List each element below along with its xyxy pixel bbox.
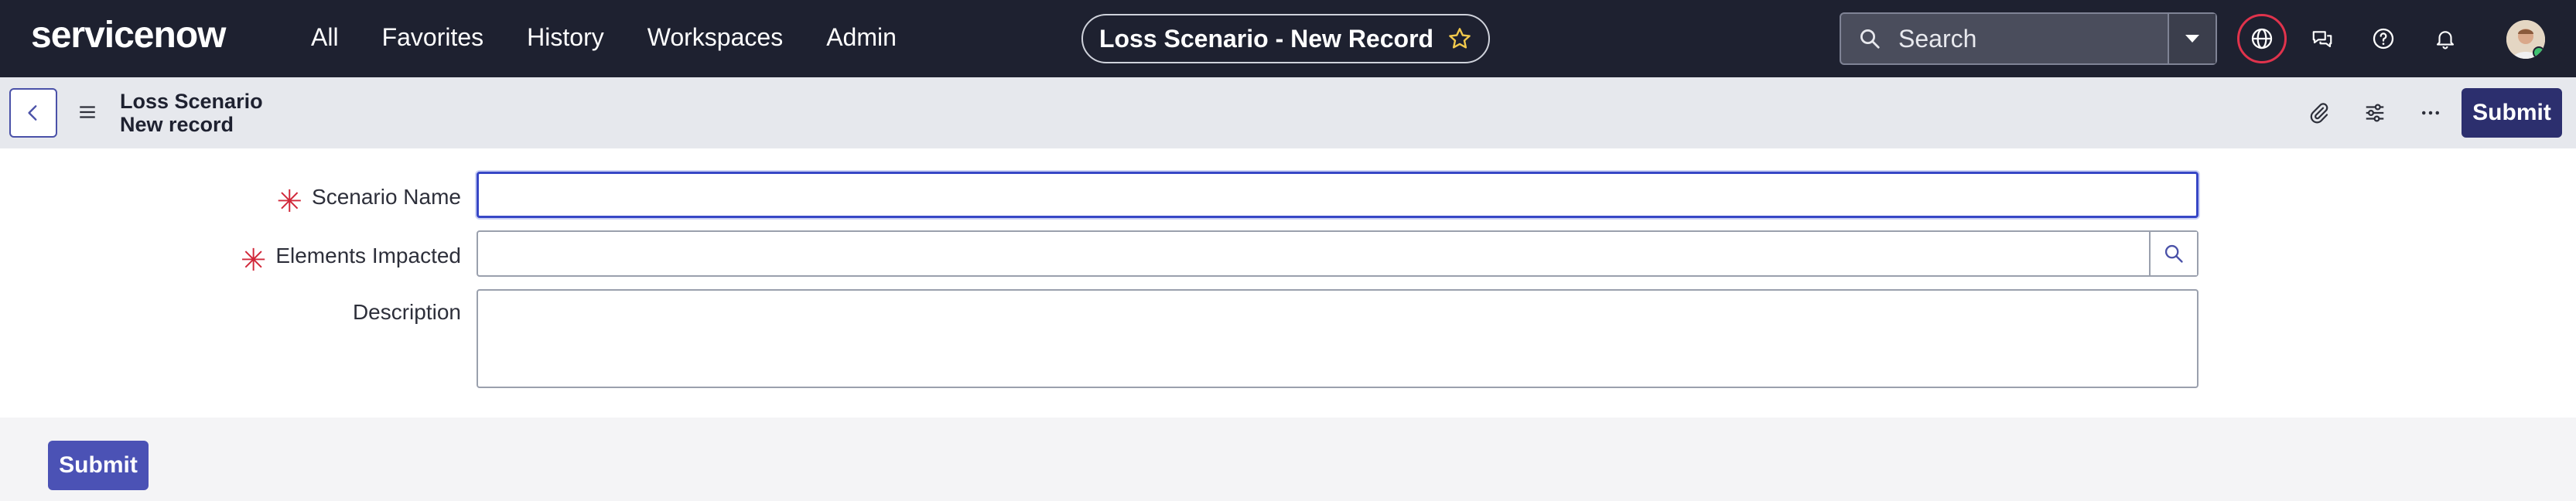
submit-button-bottom[interactable]: Submit xyxy=(48,441,149,490)
search-icon xyxy=(1860,29,1880,49)
record-title-pill[interactable]: Loss Scenario - New Record xyxy=(1081,14,1490,63)
description-label: Description xyxy=(352,300,461,324)
required-marker: ✳ xyxy=(276,185,303,219)
nav-menu: All Favorites History Workspaces Admin xyxy=(311,22,940,53)
nav-history[interactable]: History xyxy=(527,22,604,53)
attachment-button[interactable] xyxy=(2302,96,2336,130)
back-button[interactable] xyxy=(9,88,57,138)
scenario-name-field[interactable] xyxy=(477,172,2198,218)
paperclip-icon xyxy=(2310,103,2328,124)
more-options-button[interactable] xyxy=(2414,96,2448,130)
servicenow-logo[interactable]: servicenow xyxy=(31,14,226,56)
description-textarea[interactable] xyxy=(477,289,2198,388)
nav-admin[interactable]: Admin xyxy=(826,22,897,53)
globe-icon xyxy=(2251,28,2273,49)
record-table-name: Loss Scenario xyxy=(120,90,263,113)
language-button[interactable] xyxy=(2237,14,2287,63)
required-marker: ✳ xyxy=(240,244,267,278)
chevron-left-icon xyxy=(28,105,37,121)
search-input[interactable]: Search xyxy=(1898,25,2168,53)
chat-button[interactable] xyxy=(2304,20,2341,57)
bell-icon xyxy=(2436,31,2455,49)
chat-icon xyxy=(2312,31,2332,48)
ellipsis-icon xyxy=(2422,111,2439,115)
submit-button-top[interactable]: Submit xyxy=(2462,88,2562,138)
personalize-form-button[interactable] xyxy=(2358,96,2392,130)
context-menu-icon[interactable] xyxy=(77,102,97,122)
form-footer: Submit xyxy=(0,418,2576,501)
record-state: New record xyxy=(120,113,234,136)
elements-impacted-label: ✳ Elements Impacted xyxy=(240,244,461,278)
record-form: ✳ Scenario Name ✳ Elements Impacted Descri… xyxy=(0,148,2576,418)
nav-favorites[interactable]: Favorites xyxy=(382,22,484,53)
search-scope-dropdown[interactable] xyxy=(2168,14,2216,63)
sliders-icon xyxy=(2366,104,2384,122)
help-button[interactable] xyxy=(2365,20,2402,57)
elements-impacted-field[interactable] xyxy=(477,230,2198,277)
caret-down-icon xyxy=(2185,35,2199,43)
record-header: Loss Scenario New record Submit xyxy=(0,77,2576,148)
search-icon xyxy=(2164,244,2183,263)
record-title: Loss Scenario - New Record xyxy=(1098,24,1434,53)
star-icon[interactable] xyxy=(1447,26,1472,51)
online-status-dot xyxy=(2533,46,2545,59)
scenario-name-label: ✳ Scenario Name xyxy=(276,185,462,219)
nav-workspaces[interactable]: Workspaces xyxy=(647,22,783,53)
notifications-button[interactable] xyxy=(2427,20,2464,57)
lookup-button[interactable] xyxy=(2149,232,2197,275)
nav-all[interactable]: All xyxy=(311,22,339,53)
user-avatar[interactable] xyxy=(2506,20,2545,59)
record-heading: Loss Scenario New record xyxy=(120,90,263,136)
global-search[interactable]: Search xyxy=(1840,12,2217,65)
help-icon xyxy=(2373,28,2394,49)
top-navigation: servicenow All Favorites History Workspa… xyxy=(0,0,2576,77)
